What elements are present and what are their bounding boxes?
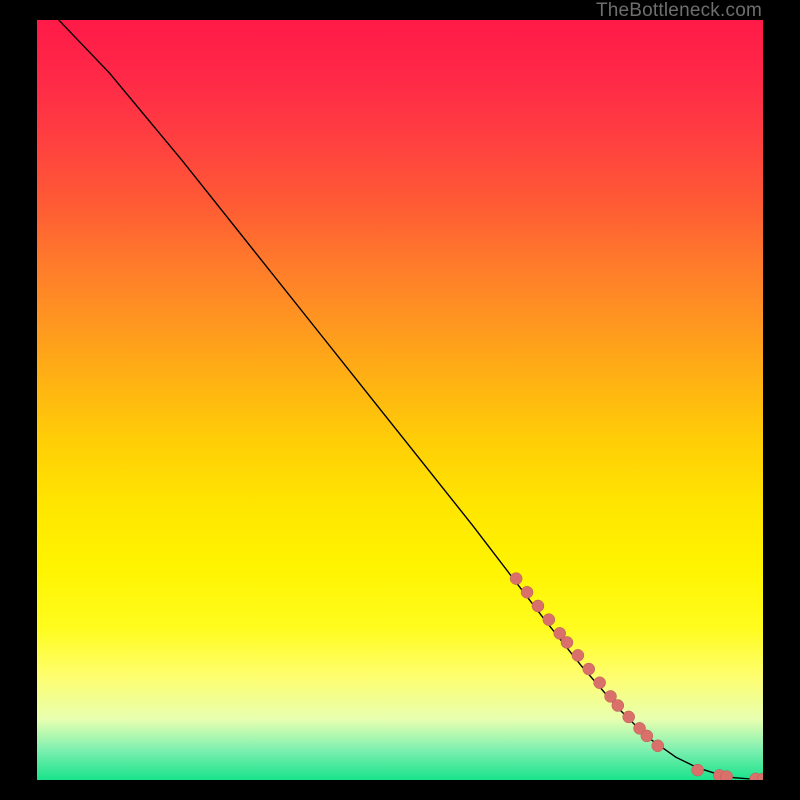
data-point	[594, 677, 606, 689]
data-point	[521, 586, 533, 598]
chart-svg	[37, 20, 763, 780]
data-point	[572, 649, 584, 661]
data-point	[641, 730, 653, 742]
data-point	[510, 573, 522, 585]
bottleneck-curve	[59, 20, 763, 779]
data-point	[623, 711, 635, 723]
data-point	[612, 700, 624, 712]
data-point	[652, 740, 664, 752]
attribution-text: TheBottleneck.com	[596, 0, 762, 22]
data-point	[532, 600, 544, 612]
data-point	[692, 764, 704, 776]
data-point	[543, 614, 555, 626]
data-point	[561, 636, 573, 648]
data-points	[510, 573, 763, 780]
data-point	[583, 663, 595, 675]
plot-area	[37, 20, 763, 780]
chart-frame: TheBottleneck.com	[0, 0, 800, 800]
data-point	[721, 771, 733, 780]
